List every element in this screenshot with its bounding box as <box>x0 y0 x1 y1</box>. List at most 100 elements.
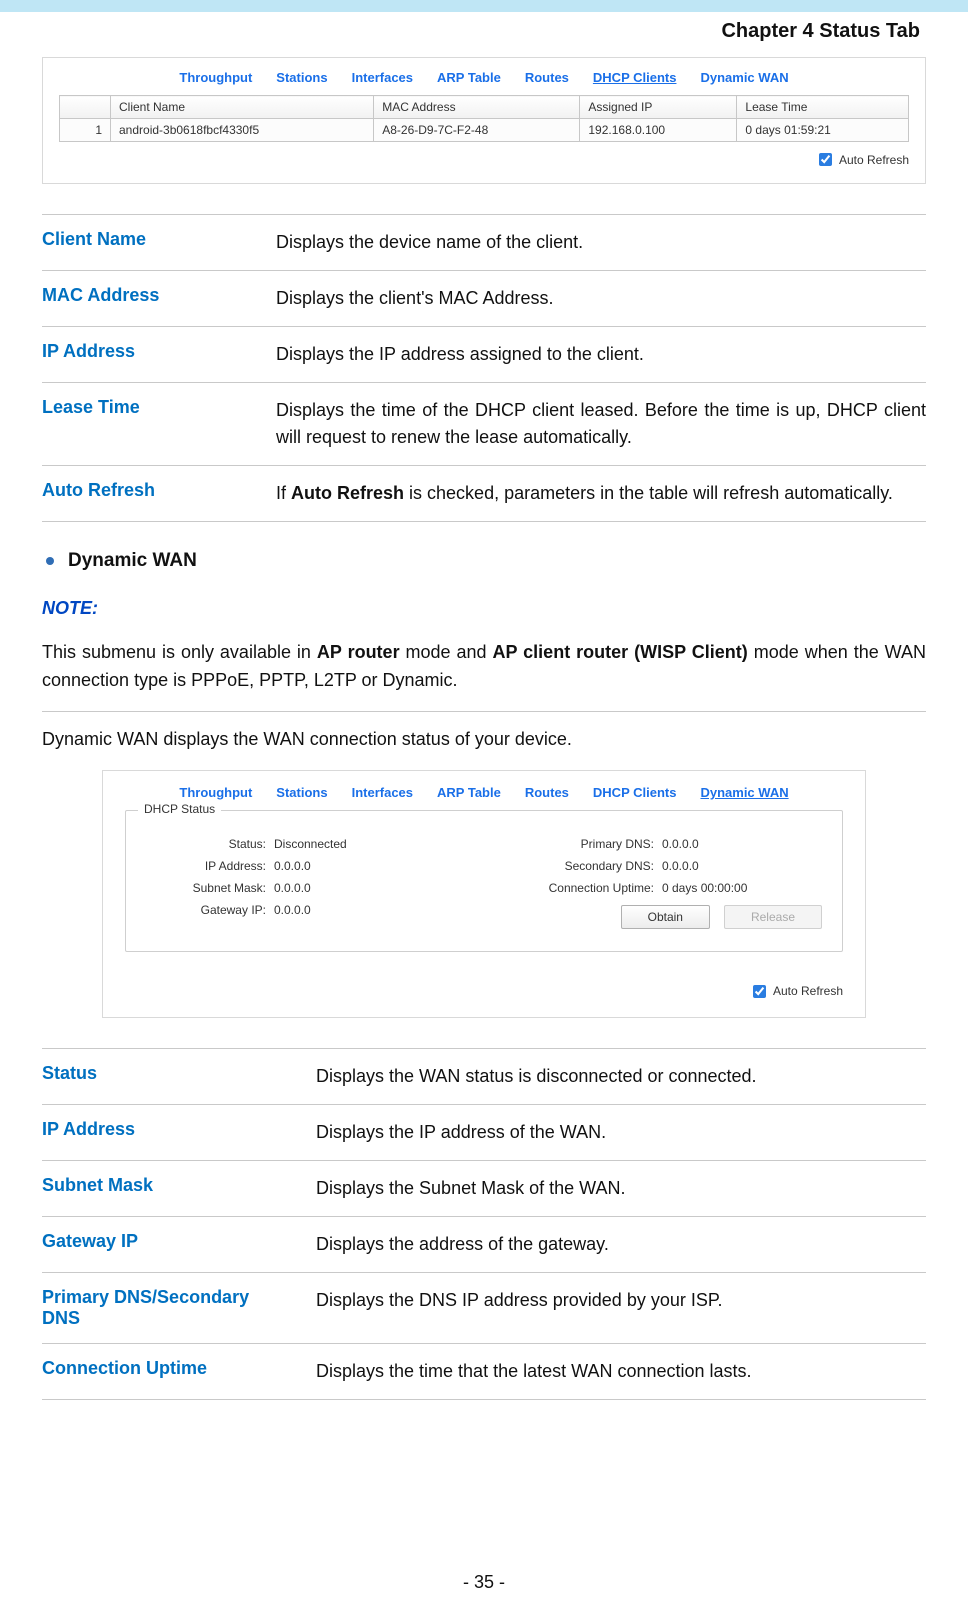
def-row: Primary DNS/Secondary DNS Displays the D… <box>42 1272 926 1343</box>
page: Chapter 4 Status Tab Throughput Stations… <box>0 0 968 1611</box>
page-number: - 35 - <box>0 1572 968 1593</box>
col-index <box>60 96 111 119</box>
def-row: IP Address Displays the IP address of th… <box>42 1104 926 1160</box>
button-row: Obtain Release <box>504 905 822 929</box>
def-desc: Displays the DNS IP address provided by … <box>316 1287 926 1329</box>
def-row: MAC Address Displays the client's MAC Ad… <box>42 270 926 326</box>
auto-refresh-label: Auto Refresh <box>773 984 843 998</box>
def-row: Status Displays the WAN status is discon… <box>42 1048 926 1104</box>
def-term: Client Name <box>42 229 252 256</box>
def-desc: Displays the Subnet Mask of the WAN. <box>316 1175 926 1202</box>
field-gateway-ip: Gateway IP: 0.0.0.0 <box>146 903 464 917</box>
def-desc: Displays the IP address assigned to the … <box>276 341 926 368</box>
def-row: Auto Refresh If Auto Refresh is checked,… <box>42 465 926 522</box>
table-header-row: Client Name MAC Address Assigned IP Leas… <box>60 96 909 119</box>
auto-refresh-row: Auto Refresh <box>125 982 843 1001</box>
def-term: Primary DNS/Secondary DNS <box>42 1287 292 1329</box>
def-desc: Displays the address of the gateway. <box>316 1231 926 1258</box>
tab-arp-table[interactable]: ARP Table <box>437 785 501 800</box>
tab-arp-table[interactable]: ARP Table <box>437 70 501 85</box>
field-value: 0.0.0.0 <box>274 881 311 895</box>
note-text: This submenu is only available in AP rou… <box>42 639 926 695</box>
field-subnet-mask: Subnet Mask: 0.0.0.0 <box>146 881 464 895</box>
tab-dynamic-wan[interactable]: Dynamic WAN <box>700 70 788 85</box>
tab-interfaces[interactable]: Interfaces <box>352 70 413 85</box>
chapter-title: Chapter 4 Status Tab <box>42 12 926 49</box>
cell-lease: 0 days 01:59:21 <box>737 119 909 142</box>
dynamic-wan-title: Dynamic WAN <box>68 550 197 572</box>
field-status: Status: Disconnected <box>146 837 464 851</box>
def-row: Subnet Mask Displays the Subnet Mask of … <box>42 1160 926 1216</box>
dynamic-wan-heading: Dynamic WAN <box>42 550 926 572</box>
col-assigned-ip: Assigned IP <box>580 96 737 119</box>
fieldset-left-col: Status: Disconnected IP Address: 0.0.0.0… <box>146 829 464 929</box>
dhcp-status-fieldset: DHCP Status Status: Disconnected IP Addr… <box>125 810 843 952</box>
def-term: MAC Address <box>42 285 252 312</box>
tab-throughput[interactable]: Throughput <box>179 70 252 85</box>
def-desc: Displays the time of the DHCP client lea… <box>276 397 926 451</box>
def-row: Client Name Displays the device name of … <box>42 214 926 270</box>
wan-tabs: Throughput Stations Interfaces ARP Table… <box>125 785 843 800</box>
obtain-button[interactable]: Obtain <box>621 905 710 929</box>
tab-stations[interactable]: Stations <box>276 70 327 85</box>
field-secondary-dns: Secondary DNS: 0.0.0.0 <box>504 859 822 873</box>
dhcp-defs: Client Name Displays the device name of … <box>42 214 926 522</box>
tab-throughput[interactable]: Throughput <box>179 785 252 800</box>
field-label: Status: <box>146 837 266 851</box>
cell-index: 1 <box>60 119 111 142</box>
col-lease-time: Lease Time <box>737 96 909 119</box>
tab-dhcp-clients[interactable]: DHCP Clients <box>593 785 677 800</box>
tab-dynamic-wan[interactable]: Dynamic WAN <box>700 785 788 800</box>
note-label: NOTE: <box>42 598 926 619</box>
field-label: Connection Uptime: <box>504 881 654 895</box>
field-value: 0.0.0.0 <box>662 837 699 851</box>
auto-refresh-checkbox[interactable] <box>819 153 832 166</box>
def-term: Connection Uptime <box>42 1358 292 1385</box>
def-term: Gateway IP <box>42 1231 292 1258</box>
field-label: Secondary DNS: <box>504 859 654 873</box>
def-desc: Displays the WAN status is disconnected … <box>316 1063 926 1090</box>
tab-routes[interactable]: Routes <box>525 70 569 85</box>
col-client-name: Client Name <box>111 96 374 119</box>
dhcp-clients-panel: Throughput Stations Interfaces ARP Table… <box>42 57 926 184</box>
tab-interfaces[interactable]: Interfaces <box>352 785 413 800</box>
def-term: Lease Time <box>42 397 252 451</box>
dynamic-wan-panel: Throughput Stations Interfaces ARP Table… <box>102 770 866 1018</box>
def-term: IP Address <box>42 341 252 368</box>
def-desc: Displays the IP address of the WAN. <box>316 1119 926 1146</box>
col-mac: MAC Address <box>374 96 580 119</box>
def-row: Connection Uptime Displays the time that… <box>42 1343 926 1400</box>
field-label: Subnet Mask: <box>146 881 266 895</box>
dynamic-wan-intro: Dynamic WAN displays the WAN connection … <box>42 726 926 754</box>
auto-refresh-label: Auto Refresh <box>839 153 909 167</box>
field-value: Disconnected <box>274 837 347 851</box>
auto-refresh-checkbox[interactable] <box>753 985 766 998</box>
def-term: Auto Refresh <box>42 480 252 507</box>
field-value: 0 days 00:00:00 <box>662 881 747 895</box>
field-value: 0.0.0.0 <box>274 859 311 873</box>
bullet-icon <box>46 557 54 565</box>
cell-ip: 192.168.0.100 <box>580 119 737 142</box>
auto-refresh-row: Auto Refresh <box>59 150 909 169</box>
field-label: Primary DNS: <box>504 837 654 851</box>
wan-defs: Status Displays the WAN status is discon… <box>42 1048 926 1400</box>
cell-mac: A8-26-D9-7C-F2-48 <box>374 119 580 142</box>
table-row: 1 android-3b0618fbcf4330f5 A8-26-D9-7C-F… <box>60 119 909 142</box>
dhcp-clients-table: Client Name MAC Address Assigned IP Leas… <box>59 95 909 142</box>
field-value: 0.0.0.0 <box>274 903 311 917</box>
tab-dhcp-clients[interactable]: DHCP Clients <box>593 70 677 85</box>
fieldset-legend: DHCP Status <box>138 802 221 816</box>
cell-client-name: android-3b0618fbcf4330f5 <box>111 119 374 142</box>
divider <box>42 711 926 712</box>
tab-stations[interactable]: Stations <box>276 785 327 800</box>
tab-routes[interactable]: Routes <box>525 785 569 800</box>
fieldset-right-col: Primary DNS: 0.0.0.0 Secondary DNS: 0.0.… <box>504 829 822 929</box>
def-term: Subnet Mask <box>42 1175 292 1202</box>
def-desc: Displays the time that the latest WAN co… <box>316 1358 926 1385</box>
field-label: Gateway IP: <box>146 903 266 917</box>
def-desc: If Auto Refresh is checked, parameters i… <box>276 480 926 507</box>
field-label: IP Address: <box>146 859 266 873</box>
release-button[interactable]: Release <box>724 905 822 929</box>
def-row: Lease Time Displays the time of the DHCP… <box>42 382 926 465</box>
def-term: IP Address <box>42 1119 292 1146</box>
